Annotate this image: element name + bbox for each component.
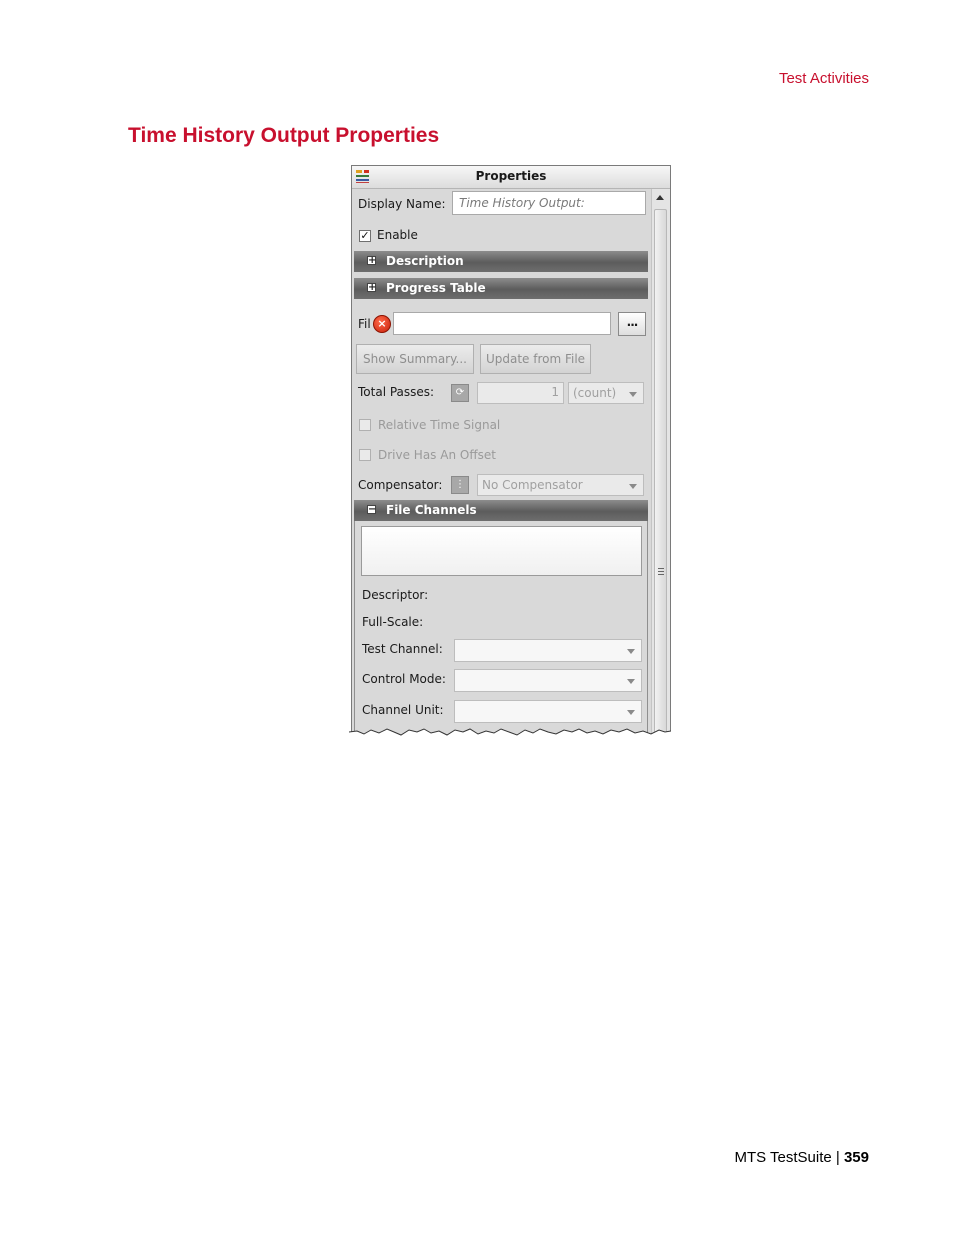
vertical-scrollbar[interactable] [651, 189, 670, 736]
channel-unit-label: Channel Unit: [362, 703, 444, 717]
display-name-input[interactable]: Time History Output: [452, 191, 646, 215]
file-channels-section-title: File Channels [386, 503, 477, 517]
descriptor-label: Descriptor: [362, 588, 429, 602]
footer-product: MTS TestSuite [734, 1149, 832, 1166]
dropdown-arrow-icon [629, 484, 637, 489]
file-channels-section-header[interactable]: − File Channels [354, 500, 648, 521]
control-mode-select[interactable] [454, 669, 642, 692]
scroll-up-icon[interactable] [656, 195, 664, 200]
variable-icon[interactable]: ⟳ [451, 384, 469, 402]
page-number: 359 [843, 1149, 869, 1166]
variable-icon[interactable]: ⋮ [451, 476, 469, 494]
panel-title-bar: Properties [352, 166, 670, 189]
panel-title: Properties [475, 169, 547, 183]
scrollbar-thumb[interactable] [654, 209, 667, 736]
footer-separator: | [831, 1149, 844, 1166]
relative-time-signal-label: Relative Time Signal [378, 418, 501, 432]
dropdown-arrow-icon [627, 649, 635, 654]
running-header: Test Activities [778, 70, 869, 87]
drive-offset-label: Drive Has An Offset [378, 448, 496, 462]
properties-panel: Properties Display Name: Time History Ou… [351, 165, 671, 736]
test-channel-select[interactable] [454, 639, 642, 662]
enable-label: Enable [377, 228, 418, 242]
drive-offset-checkbox[interactable] [359, 449, 371, 461]
progress-table-section-header[interactable]: + Progress Table [354, 278, 648, 299]
progress-table-section-title: Progress Table [386, 281, 486, 295]
file-channels-list[interactable] [361, 526, 642, 576]
channel-unit-select[interactable] [454, 700, 642, 723]
dropdown-arrow-icon [627, 710, 635, 715]
total-passes-unit-select[interactable]: (count) [568, 382, 644, 404]
control-mode-label: Control Mode: [362, 672, 446, 686]
torn-edge [349, 728, 671, 740]
test-channel-label: Test Channel: [362, 642, 443, 656]
grip-icon [658, 568, 664, 575]
page-footer: MTS TestSuite | 359 [734, 1149, 869, 1166]
expand-icon[interactable]: + [367, 283, 376, 293]
expand-icon[interactable]: + [367, 256, 376, 266]
file-label: Fil [358, 317, 371, 331]
relative-time-signal-checkbox[interactable] [359, 419, 371, 431]
description-section-title: Description [386, 254, 464, 268]
compensator-value: No Compensator [482, 478, 583, 492]
dropdown-arrow-icon [629, 392, 637, 397]
browse-button[interactable]: ... [618, 312, 646, 336]
error-icon: × [373, 315, 391, 333]
compensator-select[interactable]: No Compensator [477, 474, 644, 496]
display-name-label: Display Name: [358, 197, 446, 211]
total-passes-input[interactable]: 1 [477, 382, 564, 404]
file-input[interactable] [393, 312, 611, 335]
page-title: Time History Output Properties [128, 124, 440, 147]
compensator-label: Compensator: [358, 478, 443, 492]
description-section-header[interactable]: + Description [354, 251, 648, 272]
show-summary-button[interactable]: Show Summary... [356, 344, 474, 374]
dropdown-arrow-icon [627, 679, 635, 684]
full-scale-label: Full-Scale: [362, 615, 424, 629]
enable-checkbox[interactable]: ✓ [359, 230, 371, 242]
update-from-file-button[interactable]: Update from File [480, 344, 591, 374]
collapse-icon[interactable]: − [367, 505, 376, 515]
ellipsis-icon: ... [626, 315, 639, 329]
unit-value: (count) [573, 386, 617, 400]
total-passes-label: Total Passes: [358, 385, 435, 399]
